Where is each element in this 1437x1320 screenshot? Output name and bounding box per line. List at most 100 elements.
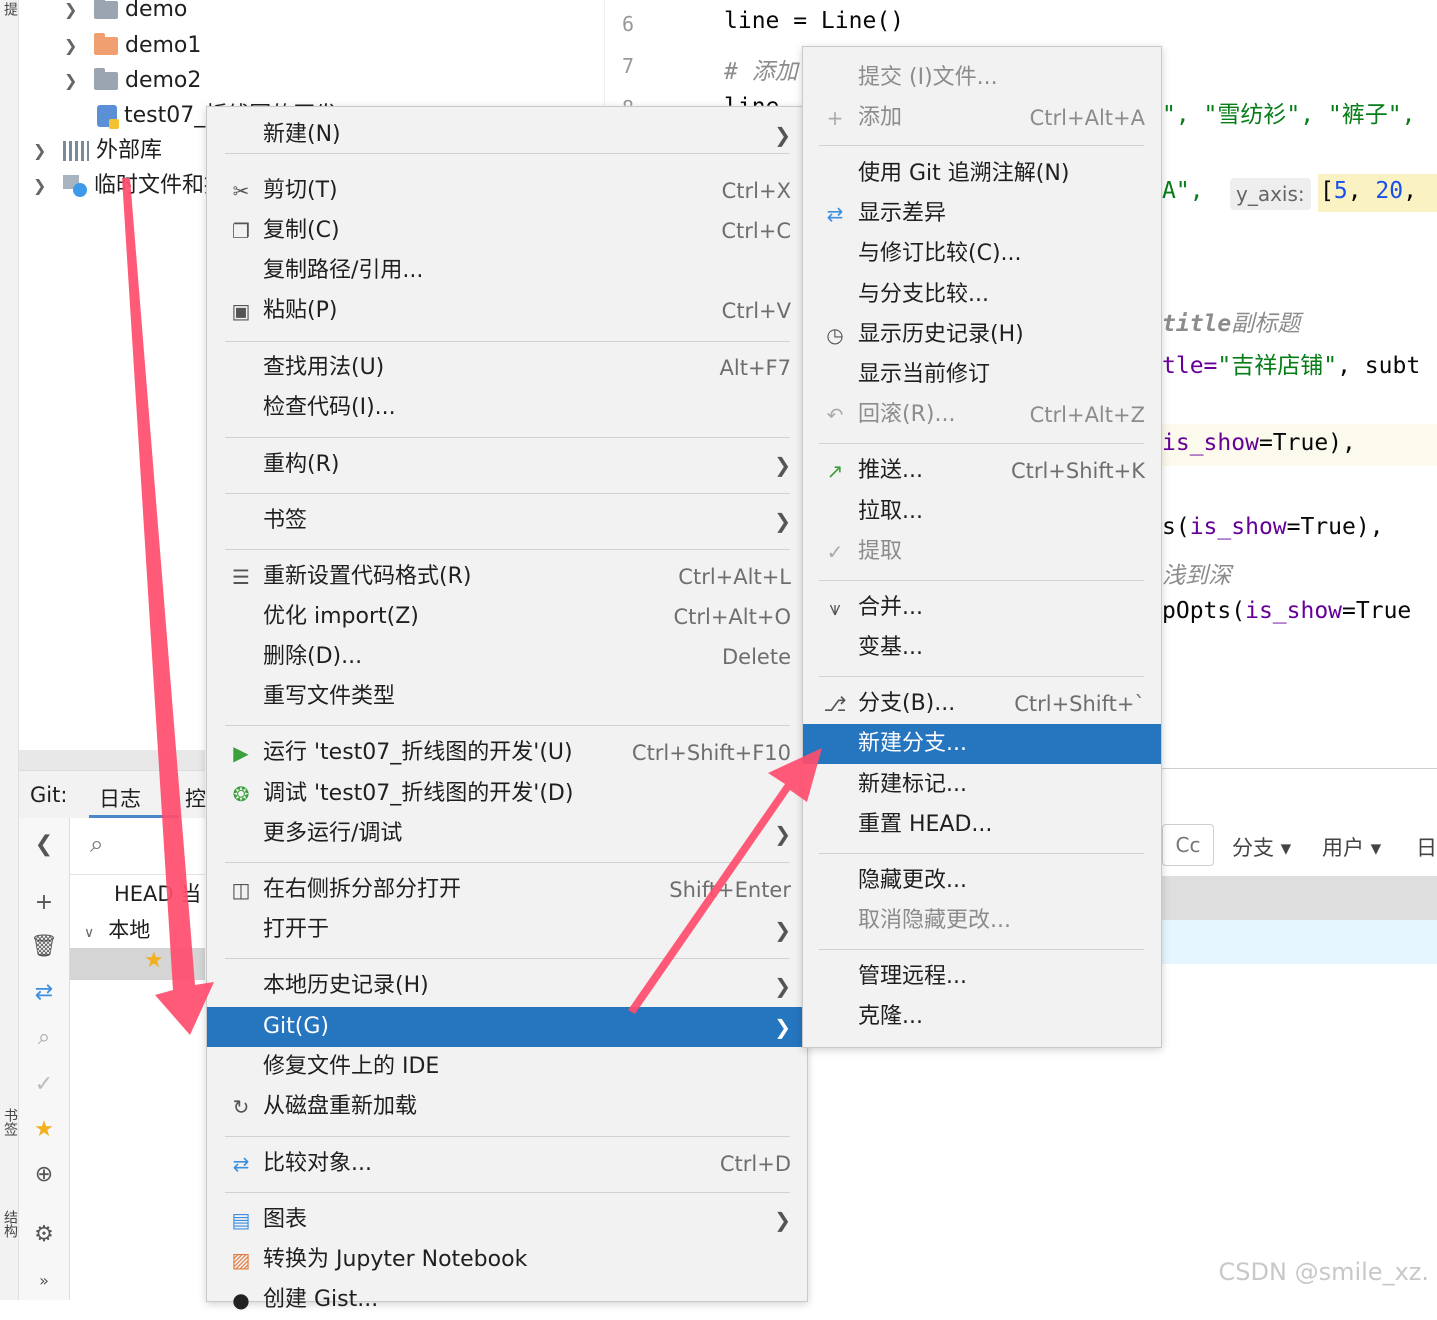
search-icon[interactable]: ⌕ <box>29 1023 59 1053</box>
menu-item[interactable]: 书签 ❯ <box>207 501 807 541</box>
menu-item[interactable]: 复制路径/引用... <box>207 251 807 291</box>
code-line-6[interactable]: line = Line() <box>724 8 904 34</box>
gear-icon[interactable]: ⚙ <box>29 1220 59 1250</box>
git-menu-item[interactable]: 取消隐藏更改... <box>803 901 1161 941</box>
code-fragment-opts[interactable]: pOpts(is_show=True <box>1162 598 1411 624</box>
star-icon[interactable]: ★ <box>29 1115 59 1145</box>
git-menu-item[interactable]: + 添加 Ctrl+Alt+A <box>803 98 1161 138</box>
code-fragment-title-comment[interactable]: title副标题 <box>1162 304 1300 338</box>
tool-tab-top[interactable]: 提 <box>1 2 18 16</box>
menu-item[interactable]: 新建(N) ❯ <box>207 115 807 155</box>
git-menu-item[interactable]: ✓ 提取 <box>803 532 1161 572</box>
git-menu-item[interactable]: 拉取... <box>803 492 1161 532</box>
code-fragment-strings[interactable]: ", "雪纺衫", "裤子", <box>1162 95 1415 129</box>
menu-item[interactable]: 本地历史记录(H) ❯ <box>207 966 807 1006</box>
git-menu-item[interactable]: 显示当前修订 <box>803 355 1161 395</box>
tree-item-demo[interactable]: ❯ demo <box>64 0 187 27</box>
menu-item[interactable]: 更多运行/调试 ❯ <box>207 814 807 854</box>
menu-item[interactable]: 重写文件类型 <box>207 677 807 717</box>
chevron-right-icon[interactable]: ❯ <box>33 133 46 168</box>
diff-icon[interactable]: ⇄ <box>29 978 59 1008</box>
git-menu-item[interactable]: ⇄ 显示差异 <box>803 194 1161 234</box>
menu-separator <box>819 949 1144 950</box>
branch-search-box[interactable]: ⌕ <box>70 818 205 875</box>
chevron-right-icon[interactable]: ❯ <box>64 28 77 63</box>
code-fragment-title[interactable]: tle="吉祥店铺", subt <box>1162 346 1420 380</box>
menu-item[interactable]: ☰ 重新设置代码格式(R) Ctrl+Alt+L <box>207 557 807 597</box>
tab-console[interactable]: 控 <box>185 783 206 813</box>
add-icon[interactable]: + <box>29 888 59 918</box>
chevron-right-icon[interactable]: ❯ <box>33 168 46 203</box>
tree-item-external-libs[interactable]: ❯ 外部库 <box>33 133 162 168</box>
delete-icon[interactable]: 🗑 <box>29 932 59 962</box>
chevron-right-icon[interactable]: ❯ <box>64 63 77 98</box>
git-menu-item[interactable]: ◷ 显示历史记录(H) <box>803 315 1161 355</box>
menu-item-label: 取消隐藏更改... <box>858 908 1011 933</box>
git-menu-item[interactable]: 克隆... <box>803 997 1161 1037</box>
git-menu-item[interactable]: ⎇ 分支(B)... Ctrl+Shift+` <box>803 684 1161 724</box>
menu-item-shortcut: Ctrl+Alt+A <box>1029 106 1145 130</box>
menu-item[interactable]: Git(G) ❯ <box>207 1007 807 1047</box>
menu-item[interactable]: 打开于 ❯ <box>207 910 807 950</box>
chevron-down-icon[interactable]: ∨ <box>84 925 94 941</box>
branch-selection[interactable]: ★ <box>70 948 205 980</box>
tool-tab-structure[interactable]: 结构 <box>1 1210 18 1238</box>
menu-item[interactable]: ✂ 剪切(T) Ctrl+X <box>207 171 807 211</box>
tree-item-demo2[interactable]: ❯ demo2 <box>64 63 201 98</box>
code-fragment-comment2[interactable]: 浅到深 <box>1162 556 1231 590</box>
code-comment-keyword: title <box>1162 311 1232 337</box>
git-menu-item[interactable]: 新建标记... <box>803 765 1161 805</box>
git-menu-item[interactable]: 提交 (I)文件... <box>803 58 1161 98</box>
menu-item[interactable]: ⇄ 比较对象... Ctrl+D <box>207 1144 807 1184</box>
local-branches-node[interactable]: ∨ 本地 <box>84 914 150 944</box>
menu-item[interactable]: 查找用法(U) Alt+F7 <box>207 348 807 388</box>
git-menu-item[interactable]: ↶ 回滚(R)... Ctrl+Alt+Z <box>803 395 1161 435</box>
git-menu-item[interactable]: 重置 HEAD... <box>803 805 1161 845</box>
menu-item[interactable]: ▣ 粘贴(P) Ctrl+V <box>207 291 807 331</box>
git-menu-item[interactable]: 使用 Git 追溯注解(N) <box>803 154 1161 194</box>
head-branch[interactable]: HEAD 当 <box>114 878 201 908</box>
more-icon[interactable]: » <box>29 1266 59 1296</box>
tab-log[interactable]: 日志 <box>99 783 141 813</box>
git-menu-item[interactable]: ⩛ 合并... <box>803 588 1161 628</box>
git-menu-item[interactable]: 管理远程... <box>803 957 1161 997</box>
git-menu-item[interactable]: 与修订比较(C)... <box>803 234 1161 274</box>
menu-item[interactable]: 检查代码(I)... <box>207 388 807 428</box>
git-log-row[interactable] <box>1160 920 1437 964</box>
tool-tab-bookmarks[interactable]: 书签 <box>1 1108 18 1136</box>
tree-horizontal-scrollbar[interactable] <box>19 750 205 770</box>
code-fragment-is-show[interactable]: is_show=True), <box>1162 430 1356 456</box>
menu-item[interactable]: ❂ 调试 'test07_折线图的开发'(D) <box>207 774 807 814</box>
code-comment-line-7[interactable]: # 添加 <box>724 52 798 86</box>
menu-item[interactable]: ▤ 图表 ❯ <box>207 1200 807 1240</box>
code-fragment-a[interactable]: A", <box>1162 178 1204 204</box>
code-fragment-list[interactable]: [5, 20, <box>1320 178 1417 204</box>
git-menu-item[interactable]: ↗ 推送... Ctrl+Shift+K <box>803 451 1161 491</box>
git-menu-item[interactable]: 新建分支... <box>803 724 1161 764</box>
git-menu-item[interactable]: 变基... <box>803 628 1161 668</box>
chevron-right-icon[interactable]: ❯ <box>64 0 77 27</box>
git-log-row-selected[interactable] <box>1160 876 1437 920</box>
menu-item[interactable]: ▨ 转换为 Jupyter Notebook <box>207 1240 807 1280</box>
menu-item[interactable]: 优化 import(Z) Ctrl+Alt+O <box>207 597 807 637</box>
menu-item[interactable]: ↻ 从磁盘重新加载 <box>207 1087 807 1127</box>
back-icon[interactable]: ❮ <box>29 830 59 860</box>
user-filter-dropdown[interactable]: 用户 ▾ <box>1322 832 1381 862</box>
scratch-icon <box>63 175 87 197</box>
date-filter-dropdown[interactable]: 日 <box>1416 832 1437 862</box>
menu-item[interactable]: ▶ 运行 'test07_折线图的开发'(U) Ctrl+Shift+F10 <box>207 733 807 773</box>
fetch-icon[interactable]: ✓ <box>29 1070 59 1100</box>
tree-item-demo1[interactable]: ❯ demo1 <box>64 28 201 63</box>
menu-item[interactable]: 删除(D)... Delete <box>207 637 807 677</box>
menu-item[interactable]: ◫ 在右侧拆分部分打开 Shift+Enter <box>207 870 807 910</box>
code-fragment-s[interactable]: s(is_show=True), <box>1162 514 1384 540</box>
git-menu-item[interactable]: 与分支比较... <box>803 275 1161 315</box>
menu-item[interactable]: ❐ 复制(C) Ctrl+C <box>207 211 807 251</box>
match-case-toggle[interactable]: Cc <box>1162 824 1214 866</box>
branch-filter-dropdown[interactable]: 分支 ▾ <box>1232 832 1291 862</box>
menu-item[interactable]: 重构(R) ❯ <box>207 445 807 485</box>
git-menu-item[interactable]: 隐藏更改... <box>803 861 1161 901</box>
target-icon[interactable]: ⊕ <box>29 1160 59 1190</box>
menu-item[interactable]: 修复文件上的 IDE <box>207 1047 807 1087</box>
menu-item[interactable]: ● 创建 Gist... <box>207 1280 807 1320</box>
